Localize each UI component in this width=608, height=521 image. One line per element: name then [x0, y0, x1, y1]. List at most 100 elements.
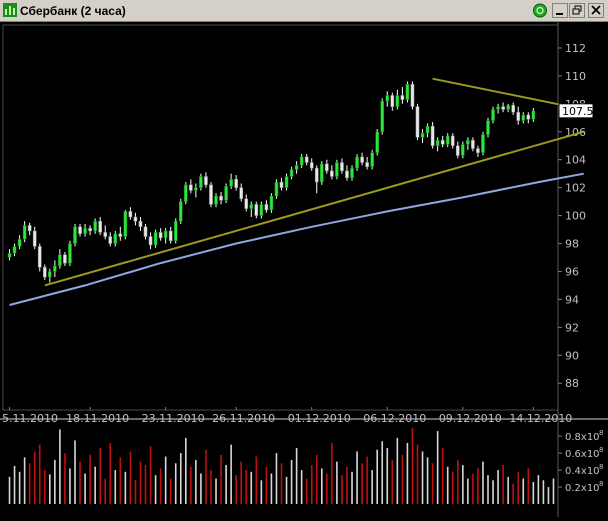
candle-body — [93, 220, 97, 232]
candle-body — [314, 167, 319, 183]
candle-body — [138, 220, 143, 228]
minimize-icon[interactable] — [552, 3, 568, 18]
candle-body — [506, 104, 510, 110]
candle-body — [274, 181, 279, 197]
candle-body — [199, 176, 203, 188]
candle-body — [516, 111, 521, 121]
candle-body — [249, 204, 254, 209]
candle-body — [209, 184, 213, 205]
chart-app-icon — [3, 3, 17, 17]
candle-body — [425, 125, 430, 134]
date-tick-label: 26.11.2010 — [212, 412, 275, 425]
volume-tick-label: 0.2x10 — [565, 483, 600, 494]
restore-icon[interactable] — [569, 3, 585, 18]
candle-body — [340, 162, 344, 172]
candle-body — [229, 179, 233, 187]
volume-tick-exponent: 8 — [599, 480, 603, 488]
candle-body — [113, 233, 118, 244]
candle-body — [108, 236, 113, 244]
candle-body — [58, 254, 62, 267]
candle-body — [88, 227, 92, 232]
candle-body — [123, 211, 128, 237]
price-tick-label: 104 — [565, 154, 586, 167]
date-tick-label: 23.11.2010 — [142, 412, 205, 425]
window-title: Сбербанк (2 часа) — [20, 4, 126, 18]
candle-body — [234, 179, 238, 188]
candle-body — [415, 106, 420, 138]
candle-body — [22, 225, 27, 240]
volume-tick-exponent: 8 — [599, 429, 603, 437]
candle-body — [284, 176, 289, 188]
candle-body — [461, 144, 465, 156]
candle-body — [531, 110, 536, 120]
candle-body — [289, 169, 294, 177]
candle-body — [168, 230, 173, 241]
support-trendline — [44, 130, 584, 287]
candle-body — [491, 109, 495, 121]
price-tick-label: 112 — [565, 42, 586, 55]
candle-body — [78, 226, 82, 235]
candle-body — [455, 145, 460, 156]
candle-body — [355, 156, 359, 169]
status-indicator-icon[interactable] — [532, 3, 548, 18]
candle-body — [269, 195, 274, 211]
candle-body — [264, 204, 269, 211]
candle-body — [375, 131, 380, 153]
candle-body — [496, 106, 500, 110]
close-icon[interactable] — [588, 3, 604, 18]
candle-body — [350, 167, 354, 179]
candle-body — [118, 233, 123, 237]
candle-body — [98, 220, 102, 233]
candle-body — [178, 201, 183, 222]
candle-body — [53, 265, 57, 272]
candle-body — [471, 139, 475, 149]
price-tick-label: 92 — [565, 321, 579, 334]
candle-body — [48, 271, 52, 278]
candle-body — [325, 163, 329, 172]
candle-body — [360, 156, 364, 163]
candle-body — [183, 184, 188, 202]
candle-body — [435, 139, 440, 146]
date-tick-label: 14.12.2010 — [509, 412, 572, 425]
price-tick-label: 96 — [565, 265, 579, 278]
candle-body — [153, 232, 158, 246]
candle-body — [128, 211, 133, 218]
candle-body — [526, 114, 531, 120]
candle-body — [345, 170, 349, 179]
candle-body — [335, 162, 339, 177]
volume-tick-label: 0.4x10 — [565, 466, 600, 477]
chart-area[interactable]: 8890929496981001021041061081101125.11.20… — [0, 22, 608, 517]
candle-body — [309, 162, 314, 169]
candle-body — [476, 148, 480, 153]
price-tick-label: 100 — [565, 210, 586, 223]
candle-body — [12, 246, 17, 254]
candle-body — [450, 135, 455, 146]
price-tick-label: 90 — [565, 349, 579, 362]
price-tick-label: 88 — [565, 377, 579, 390]
candle-body — [330, 170, 334, 177]
candle-body — [244, 198, 249, 209]
date-tick-label: 09.12.2010 — [439, 412, 502, 425]
candle-body — [370, 152, 374, 167]
volume-tick-exponent: 8 — [599, 446, 603, 454]
price-tick-label: 94 — [565, 293, 579, 306]
date-tick-label: 06.12.2010 — [363, 412, 426, 425]
candle-body — [68, 243, 72, 264]
price-tick-label: 110 — [565, 70, 586, 83]
price-volume-chart[interactable]: 8890929496981001021041061081101125.11.20… — [0, 22, 608, 517]
candle-body — [254, 204, 259, 216]
candle-body — [466, 139, 470, 145]
candle-body — [239, 187, 244, 200]
candle-body — [259, 204, 264, 216]
candle-body — [390, 95, 395, 107]
candle-body — [189, 184, 193, 191]
candle-body — [214, 195, 218, 205]
volume-tick-exponent: 8 — [599, 463, 603, 471]
volume-tick-label: 0.6x10 — [565, 449, 600, 460]
candle-body — [511, 104, 515, 113]
price-tick-label: 102 — [565, 182, 586, 195]
candle-body — [204, 176, 208, 186]
candle-body — [400, 95, 405, 100]
candle-body — [32, 230, 37, 247]
candle-body — [294, 165, 299, 170]
